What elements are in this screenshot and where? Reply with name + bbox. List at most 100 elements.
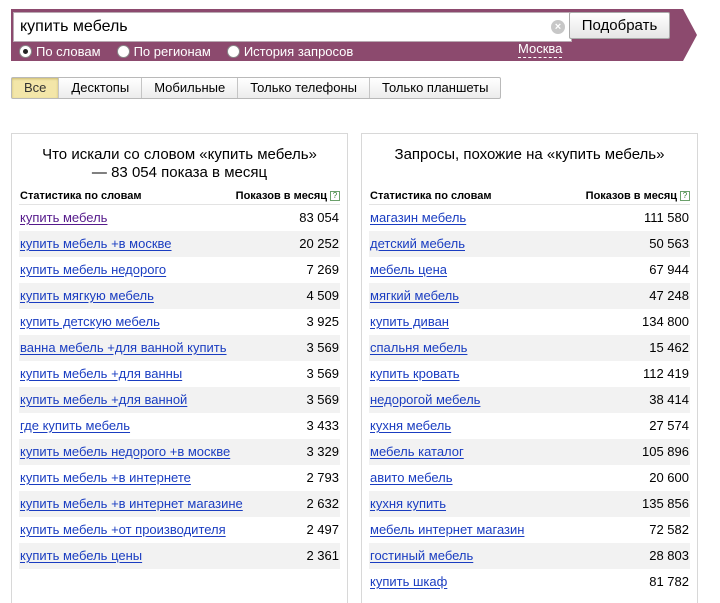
keyword-link[interactable]: купить мебель +для ванны	[20, 366, 182, 381]
mode-label: По регионам	[133, 43, 211, 59]
impressions-count: 3 925	[306, 314, 339, 329]
keyword-link[interactable]: купить мягкую мебель	[20, 288, 154, 303]
impressions-count: 67 944	[649, 262, 689, 277]
keyword-link[interactable]: авито мебель	[370, 470, 453, 485]
keyword-link[interactable]: купить детскую мебель	[20, 314, 160, 329]
impressions-count: 111 580	[643, 210, 689, 225]
keyword-link[interactable]: мебель каталог	[370, 444, 464, 459]
keyword-link[interactable]: купить мебель недорого	[20, 262, 166, 277]
table-row: недорогой мебель 38 414	[369, 387, 690, 413]
keyword-link[interactable]: магазин мебель	[370, 210, 466, 225]
keyword-link[interactable]: где купить мебель	[20, 418, 130, 433]
table-row: гостиный мебель 28 803	[369, 543, 690, 569]
impressions-count: 112 419	[642, 366, 689, 381]
impressions-count: 3 329	[306, 444, 339, 459]
keyword-link[interactable]: купить мебель +для ванной	[20, 392, 187, 407]
impressions-count: 2 497	[306, 522, 339, 537]
keyword-link[interactable]: спальня мебель	[370, 340, 467, 355]
mode-history[interactable]: История запросов	[226, 43, 354, 59]
device-tabs: Все Десктопы Мобильные Только телефоны Т…	[11, 77, 502, 99]
panel-title: Запросы, похожие на «купить мебель»	[394, 146, 665, 163]
keyword-link[interactable]: купить мебель +в интернете	[20, 470, 191, 485]
table-row: мебель цена 67 944	[369, 257, 690, 283]
help-icon[interactable]: ?	[680, 191, 690, 201]
table-row: кухня купить 135 856	[369, 491, 690, 517]
column-count: Показов в месяц ?	[236, 190, 340, 202]
table-row: купить мебель +в интернете 2 793	[19, 465, 340, 491]
keyword-link[interactable]: купить мебель +от производителя	[20, 522, 226, 537]
keyword-link[interactable]: детский мебель	[370, 236, 465, 251]
clear-icon[interactable]: ×	[551, 20, 565, 34]
keyword-link[interactable]: недорогой мебель	[370, 392, 480, 407]
table-row: кухня мебель 27 574	[369, 413, 690, 439]
keyword-link[interactable]: ванна мебель +для ванной купить	[20, 340, 227, 355]
region-link[interactable]: Москва	[518, 41, 563, 58]
keyword-link[interactable]: кухня мебель	[370, 418, 451, 433]
keyword-link[interactable]: купить мебель	[20, 210, 107, 225]
impressions-count: 72 582	[649, 522, 689, 537]
tab-mobile[interactable]: Мобильные	[142, 78, 239, 98]
column-count-label: Показов в месяц	[235, 190, 327, 202]
search-band: × Подобрать По словам По регионам Истори…	[11, 9, 697, 61]
radio-icon[interactable]	[116, 44, 130, 58]
table-row: где купить мебель 3 433	[19, 413, 340, 439]
impressions-count: 20 252	[299, 236, 339, 251]
impressions-count: 105 896	[642, 444, 689, 459]
table-row: спальня мебель 15 462	[369, 335, 690, 361]
pick-button[interactable]: Подобрать	[569, 12, 670, 39]
keyword-link[interactable]: купить шкаф	[370, 574, 447, 589]
table-row: мебель интернет магазин 72 582	[369, 517, 690, 543]
impressions-count: 2 361	[306, 548, 339, 563]
mode-by-regions[interactable]: По регионам	[116, 43, 211, 59]
table-row: мебель каталог 105 896	[369, 439, 690, 465]
table-row: купить мебель недорого +в москве 3 329	[19, 439, 340, 465]
table-row: купить мебель +от производителя 2 497	[19, 517, 340, 543]
table-row: авито мебель 20 600	[369, 465, 690, 491]
similar-table: магазин мебель 111 580 детский мебель 50 56…	[369, 205, 690, 595]
table-row: магазин мебель 111 580	[369, 205, 690, 231]
words-panel: Что искали со словом «купить мебель» — 8…	[11, 133, 348, 603]
impressions-count: 3 569	[306, 366, 339, 381]
keyword-link[interactable]: купить мебель +в москве	[20, 236, 172, 251]
table-row: купить мебель цены 2 361	[19, 543, 340, 569]
panel-title: Что искали со словом «купить мебель» — 8…	[42, 146, 317, 181]
radio-icon[interactable]	[19, 44, 32, 58]
tab-tablets-only[interactable]: Только планшеты	[370, 78, 500, 98]
similar-panel: Запросы, похожие на «купить мебель» Стат…	[361, 133, 698, 603]
table-row: купить мебель +в интернет магазине 2 632	[19, 491, 340, 517]
help-icon[interactable]: ?	[330, 191, 340, 201]
impressions-count: 135 856	[642, 496, 689, 511]
table-row: купить мебель недорого 7 269	[19, 257, 340, 283]
search-input[interactable]	[20, 16, 540, 38]
keyword-link[interactable]: кухня купить	[370, 496, 446, 511]
table-row: купить детскую мебель 3 925	[19, 309, 340, 335]
radio-icon[interactable]	[226, 44, 240, 58]
tab-all[interactable]: Все	[12, 78, 60, 98]
keyword-link[interactable]: купить мебель +в интернет магазине	[20, 496, 243, 511]
keyword-link[interactable]: купить диван	[370, 314, 449, 329]
keyword-link[interactable]: купить мебель цены	[20, 548, 142, 563]
table-header: Статистика по словам Показов в месяц ?	[369, 187, 690, 205]
tab-desktops[interactable]: Десктопы	[59, 78, 143, 98]
impressions-count: 83 054	[299, 210, 339, 225]
keyword-link[interactable]: купить мебель недорого +в москве	[20, 444, 230, 459]
keyword-link[interactable]: гостиный мебель	[370, 548, 473, 563]
mode-label: История запросов	[243, 43, 354, 59]
keyword-link[interactable]: мебель интернет магазин	[370, 522, 524, 537]
impressions-count: 4 509	[306, 288, 339, 303]
keyword-link[interactable]: купить кровать	[370, 366, 460, 381]
table-row: купить мебель +для ванной 3 569	[19, 387, 340, 413]
table-row: детский мебель 50 563	[369, 231, 690, 257]
mode-by-words[interactable]: По словам	[19, 44, 101, 59]
tab-phones-only[interactable]: Только телефоны	[238, 78, 371, 98]
impressions-count: 28 803	[649, 548, 689, 563]
keyword-link[interactable]: мягкий мебель	[370, 288, 459, 303]
table-row: купить кровать 112 419	[369, 361, 690, 387]
keyword-link[interactable]: мебель цена	[370, 262, 447, 277]
impressions-count: 2 793	[306, 470, 339, 485]
column-count: Показов в месяц ?	[586, 190, 690, 202]
table-row: купить мебель +для ванны 3 569	[19, 361, 340, 387]
words-table: купить мебель 83 054 купить мебель +в моск…	[19, 205, 340, 569]
table-row: ванна мебель +для ванной купить 3 569	[19, 335, 340, 361]
impressions-count: 15 462	[649, 340, 689, 355]
